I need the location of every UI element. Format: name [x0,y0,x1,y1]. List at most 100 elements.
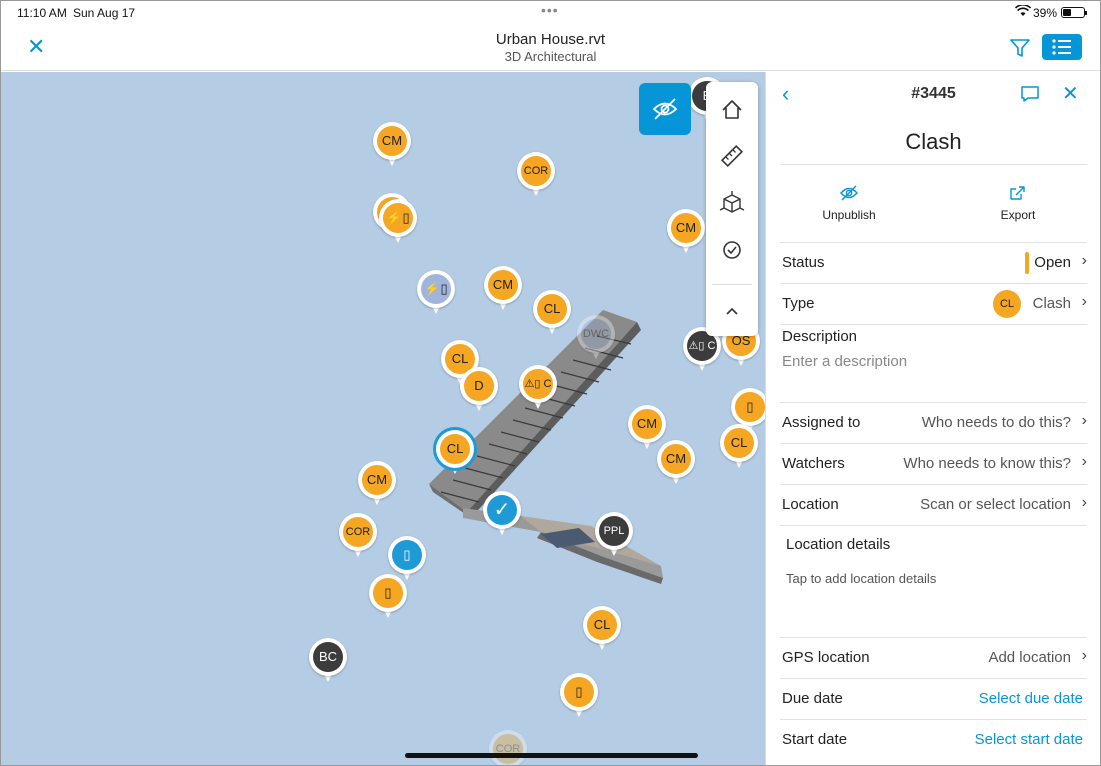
section-box-button[interactable] [706,180,758,226]
status-date: Sun Aug 17 [73,6,136,20]
model-3d-viewport[interactable]: CM COR CM ⚡▯ ⚡▯ CM CL CL D ⚠▯ C CL CM CM CM COR ▯ ▯ ✓ PPL C… [1,72,765,765]
multitasking-dots-icon[interactable]: ••• [541,2,559,18]
unpublish-icon [840,185,858,201]
hide-pins-button[interactable] [639,83,691,135]
location-label: Location [782,496,839,513]
issue-pin-label: CL [440,434,470,464]
issue-pin[interactable]: ▯ [369,574,407,620]
status-color-bar [1025,252,1029,274]
issue-pin[interactable]: CL [720,424,758,470]
start-date-value[interactable]: Select start date [975,731,1083,748]
chevron-right-icon: › [1081,252,1087,269]
chevron-right-icon: › [1081,293,1087,310]
watchers-row[interactable]: Watchers Who needs to know this? › [782,444,1087,484]
issue-pin-label: D [464,371,494,401]
issue-pin-label: ⚠▯ C [523,369,553,399]
chevron-right-icon: › [1081,494,1087,511]
issue-pin[interactable]: DWC [577,315,615,361]
issue-number: #3445 [911,85,956,102]
issue-pin[interactable]: CM [358,461,396,507]
issue-pin-label: ▯ [373,578,403,608]
collapse-toolbar-button[interactable] [706,288,758,334]
comment-icon[interactable] [1020,85,1040,103]
issue-pin-label: COR [343,517,373,547]
issue-pin[interactable]: ⚠▯ C [519,365,557,411]
issue-pin[interactable]: CM [484,266,522,312]
list-icon [1052,39,1071,55]
gps-location-label: GPS location [782,649,870,666]
start-date-label: Start date [782,731,848,748]
due-date-value[interactable]: Select due date [979,690,1083,707]
issue-pin[interactable]: COR [517,152,555,198]
document-subtitle: 3D Architectural [504,49,597,64]
issue-pin[interactable]: ⚡▯ [417,270,455,316]
issue-pin-label: ⚡▯ [421,274,451,304]
type-label: Type [782,295,815,312]
issue-pin-label: CL [537,294,567,324]
issue-pin[interactable]: CM [667,209,705,255]
issue-pin[interactable]: ✓ [483,491,521,537]
divider [780,324,1087,325]
start-date-row[interactable]: Start date Select start date [782,720,1087,760]
issue-pin-label: ✓ [487,495,517,525]
chevron-right-icon: › [1081,453,1087,470]
issue-pin-label: ⚡▯ [383,203,413,233]
status-value: Open [1034,254,1071,271]
export-icon [1010,186,1025,200]
issue-pin-label: CM [632,409,662,439]
export-button[interactable]: Export [958,184,1078,222]
top-nav-bar: ✕ Urban House.rvt 3D Architectural [1,25,1100,71]
due-date-row[interactable]: Due date Select due date [782,679,1087,719]
section-box-icon [719,191,745,213]
battery-icon [1061,7,1087,18]
issue-pin[interactable]: COR [339,513,377,559]
issue-pin[interactable]: ▯ [560,673,598,719]
issue-pin-label: CL [587,610,617,640]
assigned-to-value: Who needs to do this? [921,414,1071,431]
filter-icon[interactable] [1009,37,1031,59]
description-input[interactable]: Enter a description [782,353,907,370]
issue-pin[interactable]: D [460,367,498,413]
home-view-button[interactable] [706,86,758,132]
location-row[interactable]: Location Scan or select location › [782,485,1087,525]
divider [780,525,1087,526]
measure-button[interactable] [706,133,758,179]
issue-pin[interactable]: PPL [595,512,633,558]
watchers-label: Watchers [782,455,845,472]
type-row[interactable]: Type CL Clash › [782,284,1087,324]
issue-pin[interactable]: BC [309,638,347,684]
assigned-to-label: Assigned to [782,414,861,431]
issue-pin[interactable]: CM [373,122,411,168]
list-view-button[interactable] [1042,34,1082,60]
issue-pin[interactable]: CL [583,606,621,652]
chevron-right-icon: › [1081,412,1087,429]
status-time: 11:10 AM [17,6,67,20]
issue-pin[interactable]: COR [489,730,527,765]
issue-pin-label: ▯ [735,392,765,422]
home-indicator[interactable] [405,753,698,758]
description-label: Description [782,328,858,345]
issue-pin[interactable]: CL [533,290,571,336]
close-panel-icon[interactable]: ✕ [1062,81,1079,106]
check-circle-icon [723,241,741,259]
unpublish-button[interactable]: Unpublish [789,184,909,222]
issue-pin[interactable]: CL [436,430,474,476]
chevron-up-icon [726,307,738,315]
issue-title: Clash [905,129,962,154]
review-button[interactable] [706,227,758,273]
issue-pin-label: BC [313,642,343,672]
battery-percent: 39% [1033,6,1058,20]
gps-location-row[interactable]: GPS location Add location › [782,638,1087,678]
issue-pin-label: CM [362,465,392,495]
issue-pin[interactable]: CM [657,440,695,486]
status-row[interactable]: Status Open › [782,243,1087,283]
issue-pin-label: CM [488,270,518,300]
issue-pin[interactable]: ⚡▯ [379,199,417,245]
wifi-icon [1014,4,1032,20]
unpublish-label: Unpublish [822,208,876,222]
type-badge: CL [993,290,1021,318]
panel-header: ‹ #3445 ✕ [766,72,1100,116]
issue-pin-label: COR [493,734,523,764]
location-details-input[interactable]: Tap to add location details [786,571,936,586]
assigned-to-row[interactable]: Assigned to Who needs to do this? › [782,403,1087,443]
